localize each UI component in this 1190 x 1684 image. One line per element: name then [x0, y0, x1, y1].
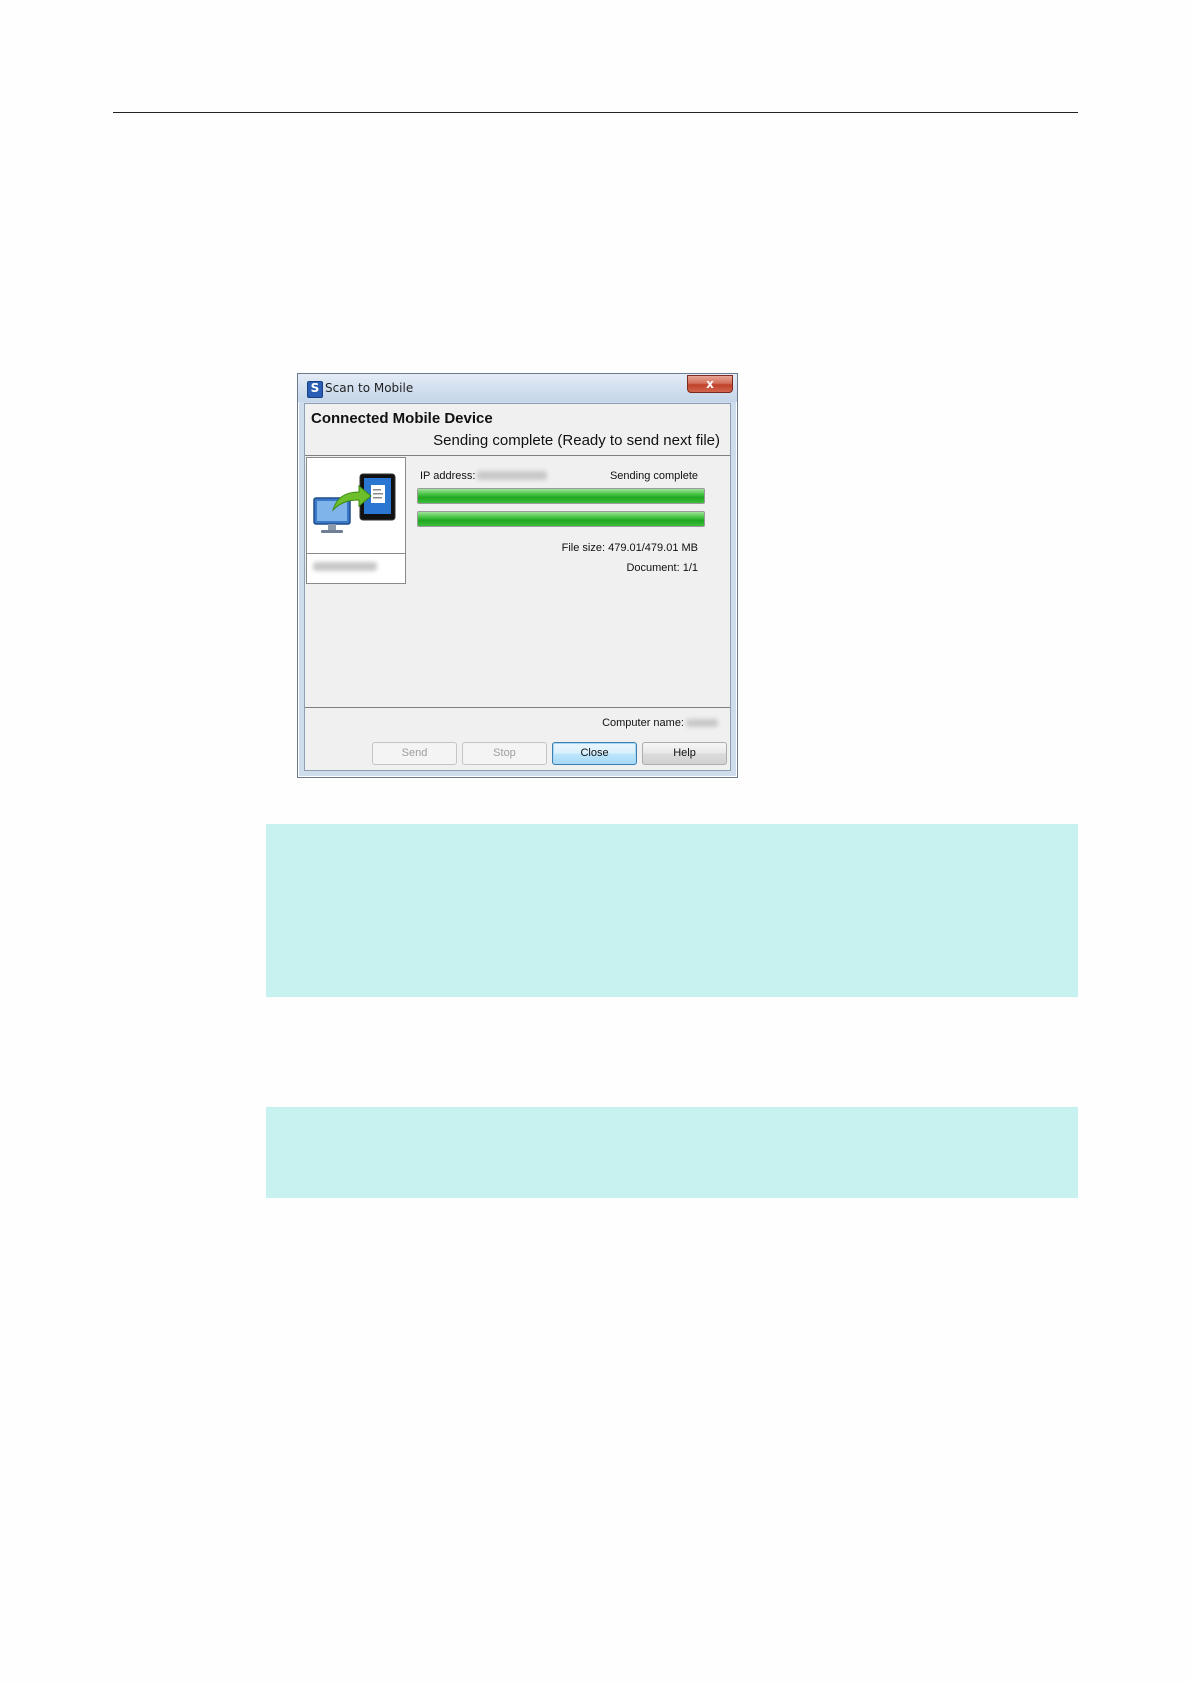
computer-name-label: Computer name:	[602, 717, 684, 729]
close-button[interactable]: Close	[552, 742, 637, 765]
device-name-redacted	[313, 562, 377, 571]
top-rule	[113, 112, 1078, 113]
total-progress-fill	[418, 512, 704, 526]
file-size-text: File size: 479.01/479.01 MB	[561, 542, 698, 554]
app-s-icon	[307, 381, 323, 398]
dialog-footer: Computer name: Send Stop Close Help	[305, 708, 730, 770]
header-band: Connected Mobile Device Sending complete…	[305, 404, 730, 456]
help-button[interactable]: Help	[642, 742, 727, 765]
note-box-secondary	[266, 1107, 1078, 1198]
main-pane: IP address: Sending complete File size: …	[305, 456, 730, 708]
send-button[interactable]: Send	[372, 742, 457, 765]
scan-to-mobile-dialog: Scan to Mobile x Connected Mobile Device…	[297, 373, 738, 778]
device-card-divider	[307, 553, 405, 554]
device-card[interactable]	[306, 457, 406, 584]
document-count-text: Document: 1/1	[626, 562, 698, 574]
total-progress-bar	[417, 511, 705, 527]
dialog-client-area: Connected Mobile Device Sending complete…	[304, 403, 731, 771]
stop-button[interactable]: Stop	[462, 742, 547, 765]
ip-address-redacted	[477, 471, 547, 480]
close-icon[interactable]: x	[687, 375, 733, 393]
header-status: Sending complete (Ready to send next fil…	[433, 432, 720, 449]
window-title: Scan to Mobile	[325, 381, 414, 395]
file-progress-fill	[418, 489, 704, 503]
sending-status: Sending complete	[609, 470, 698, 482]
computer-to-mobile-icon	[313, 473, 396, 533]
note-box	[266, 824, 1078, 997]
title-bar[interactable]: Scan to Mobile x	[298, 374, 737, 402]
computer-name-redacted	[686, 719, 718, 727]
header-title: Connected Mobile Device	[311, 410, 493, 427]
ip-address-label: IP address:	[420, 470, 476, 482]
file-progress-bar	[417, 488, 705, 504]
